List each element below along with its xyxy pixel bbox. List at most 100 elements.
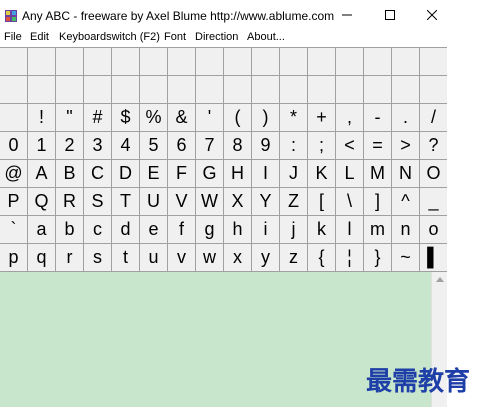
char-cell[interactable]: W: [196, 188, 224, 216]
char-cell[interactable]: [420, 48, 448, 76]
char-cell[interactable]: _: [420, 188, 448, 216]
char-cell[interactable]: B: [56, 160, 84, 188]
char-cell[interactable]: [0, 48, 28, 76]
char-cell[interactable]: [56, 48, 84, 76]
char-cell[interactable]: [84, 48, 112, 76]
char-cell[interactable]: [308, 48, 336, 76]
char-cell[interactable]: `: [0, 216, 28, 244]
char-cell[interactable]: [196, 76, 224, 104]
char-cell[interactable]: S: [84, 188, 112, 216]
char-cell[interactable]: *: [280, 104, 308, 132]
char-cell[interactable]: R: [56, 188, 84, 216]
char-cell[interactable]: t: [112, 244, 140, 272]
char-cell[interactable]: h: [224, 216, 252, 244]
char-cell[interactable]: w: [196, 244, 224, 272]
char-cell[interactable]: V: [168, 188, 196, 216]
char-cell[interactable]: f: [168, 216, 196, 244]
char-cell[interactable]: Q: [28, 188, 56, 216]
char-cell[interactable]: U: [140, 188, 168, 216]
char-cell[interactable]: [168, 76, 196, 104]
char-cell[interactable]: H: [224, 160, 252, 188]
char-cell[interactable]: !: [28, 104, 56, 132]
menu-direction[interactable]: Direction: [195, 31, 238, 43]
char-cell[interactable]: s: [84, 244, 112, 272]
char-cell[interactable]: [280, 48, 308, 76]
maximize-button[interactable]: [370, 0, 410, 30]
char-cell[interactable]: =: [364, 132, 392, 160]
char-cell[interactable]: [280, 76, 308, 104]
char-cell[interactable]: I: [252, 160, 280, 188]
char-cell[interactable]: [140, 48, 168, 76]
char-cell[interactable]: [392, 48, 420, 76]
char-cell[interactable]: -: [364, 104, 392, 132]
char-cell[interactable]: [224, 48, 252, 76]
char-cell[interactable]: :: [280, 132, 308, 160]
char-cell[interactable]: [56, 76, 84, 104]
char-cell[interactable]: ": [56, 104, 84, 132]
char-cell[interactable]: x: [224, 244, 252, 272]
char-cell[interactable]: 0: [0, 132, 28, 160]
char-cell[interactable]: [140, 76, 168, 104]
minimize-button[interactable]: [327, 0, 367, 30]
char-cell[interactable]: [252, 76, 280, 104]
char-cell[interactable]: v: [168, 244, 196, 272]
char-cell[interactable]: X: [224, 188, 252, 216]
char-cell[interactable]: J: [280, 160, 308, 188]
char-cell[interactable]: N: [392, 160, 420, 188]
char-cell[interactable]: n: [392, 216, 420, 244]
char-cell[interactable]: 3: [84, 132, 112, 160]
char-cell[interactable]: D: [112, 160, 140, 188]
char-cell[interactable]: z: [280, 244, 308, 272]
char-cell[interactable]: [308, 76, 336, 104]
char-cell[interactable]: [252, 48, 280, 76]
char-cell[interactable]: [112, 48, 140, 76]
char-cell[interactable]: [224, 76, 252, 104]
char-cell[interactable]: 1: [28, 132, 56, 160]
char-cell[interactable]: ¦: [336, 244, 364, 272]
char-cell[interactable]: [336, 48, 364, 76]
char-cell[interactable]: <: [336, 132, 364, 160]
char-cell[interactable]: Y: [252, 188, 280, 216]
char-cell[interactable]: p: [0, 244, 28, 272]
char-cell[interactable]: [: [308, 188, 336, 216]
char-cell[interactable]: /: [420, 104, 448, 132]
char-cell[interactable]: 8: [224, 132, 252, 160]
char-cell[interactable]: [336, 76, 364, 104]
char-cell[interactable]: o: [420, 216, 448, 244]
char-cell[interactable]: k: [308, 216, 336, 244]
char-cell[interactable]: M: [364, 160, 392, 188]
char-cell[interactable]: [420, 76, 448, 104]
char-cell[interactable]: [0, 76, 28, 104]
char-cell[interactable]: \: [336, 188, 364, 216]
char-cell[interactable]: ^: [392, 188, 420, 216]
char-cell[interactable]: [0, 104, 28, 132]
char-cell[interactable]: }: [364, 244, 392, 272]
char-cell[interactable]: y: [252, 244, 280, 272]
char-cell[interactable]: F: [168, 160, 196, 188]
char-cell[interactable]: C: [84, 160, 112, 188]
scroll-up-icon[interactable]: [436, 277, 444, 282]
char-cell[interactable]: %: [140, 104, 168, 132]
char-cell[interactable]: .: [392, 104, 420, 132]
char-cell[interactable]: 4: [112, 132, 140, 160]
char-cell[interactable]: #: [84, 104, 112, 132]
char-cell[interactable]: q: [28, 244, 56, 272]
menu-file[interactable]: File: [4, 31, 22, 43]
char-cell[interactable]: 9: [252, 132, 280, 160]
menu-keyboardswitch[interactable]: Keyboardswitch (F2): [59, 31, 160, 43]
char-cell[interactable]: +: [308, 104, 336, 132]
char-cell[interactable]: j: [280, 216, 308, 244]
char-cell[interactable]: [196, 48, 224, 76]
char-cell[interactable]: [28, 76, 56, 104]
char-cell[interactable]: {: [308, 244, 336, 272]
char-cell[interactable]: L: [336, 160, 364, 188]
char-cell[interactable]: &: [168, 104, 196, 132]
char-cell[interactable]: ▌: [420, 244, 448, 272]
menu-about[interactable]: About...: [247, 31, 285, 43]
char-cell[interactable]: $: [112, 104, 140, 132]
char-cell[interactable]: E: [140, 160, 168, 188]
char-cell[interactable]: K: [308, 160, 336, 188]
char-cell[interactable]: 7: [196, 132, 224, 160]
char-cell[interactable]: G: [196, 160, 224, 188]
char-cell[interactable]: T: [112, 188, 140, 216]
